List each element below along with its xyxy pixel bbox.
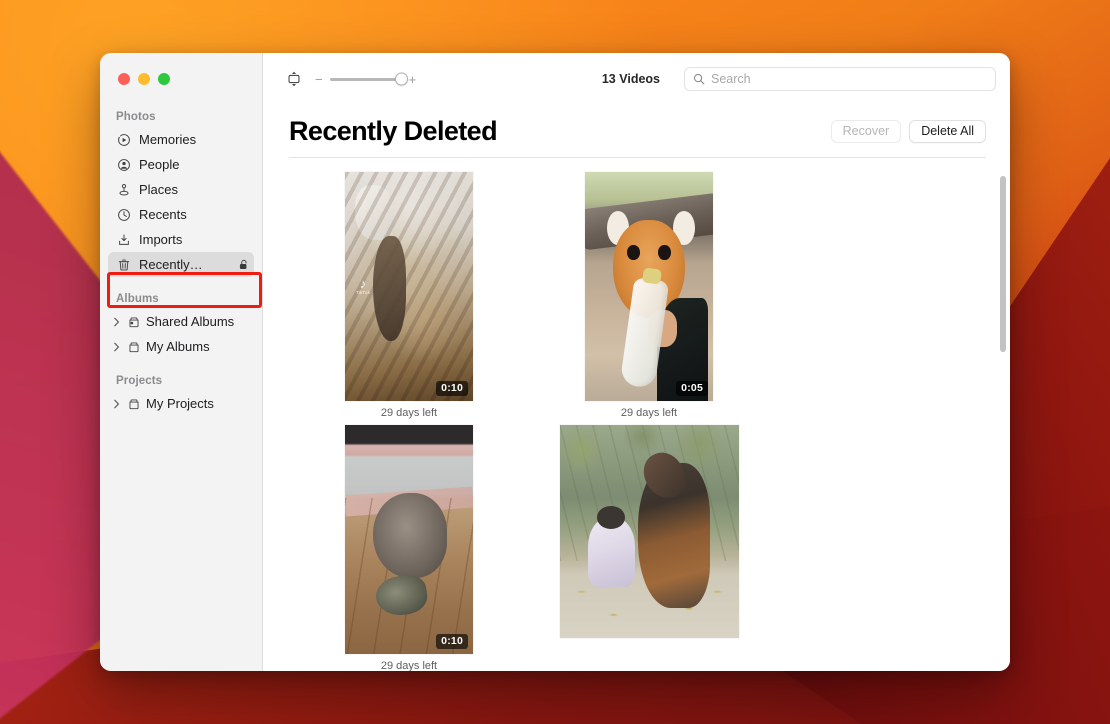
close-button[interactable]	[118, 73, 130, 85]
zoom-in-label[interactable]: +	[409, 73, 417, 86]
search-icon	[693, 73, 705, 85]
duration-badge: 0:10	[436, 633, 468, 649]
unlock-icon	[237, 258, 250, 271]
album-icon	[126, 396, 141, 411]
delete-all-button[interactable]: Delete All	[909, 119, 986, 143]
photo-grid-scroll[interactable]: ♪ TikTok 0:10 29 days left 0:05 29 days …	[263, 158, 1010, 671]
sidebar-item-memories[interactable]: Memories	[108, 127, 254, 152]
sidebar: Photos Memories People Places Recents Im…	[100, 53, 263, 671]
tiktok-watermark: ♪ TikTok	[356, 276, 371, 296]
chevron-right-icon[interactable]	[112, 342, 121, 352]
album-icon	[126, 339, 141, 354]
chevron-right-icon[interactable]	[112, 399, 121, 409]
toolbar: − + 13 Videos Search	[263, 53, 1010, 105]
grid-item[interactable]	[529, 424, 769, 671]
thumbnail-image	[559, 424, 739, 638]
item-count-label: 13 Videos	[601, 72, 660, 86]
sidebar-scroll: Photos Memories People Places Recents Im…	[100, 53, 262, 416]
header-actions: Recover Delete All	[830, 119, 986, 143]
memories-icon	[116, 132, 131, 147]
page-title: Recently Deleted	[289, 115, 498, 146]
video-thumbnail[interactable]: ♪ TikTok 0:10	[345, 171, 473, 401]
header-bar: Recently Deleted Recover Delete All	[263, 105, 1010, 157]
sidebar-item-shared-albums[interactable]: Shared Albums	[108, 309, 254, 334]
desktop-background: Photos Memories People Places Recents Im…	[0, 0, 1110, 724]
sidebar-item-label: Imports	[139, 232, 183, 247]
main-content: − + 13 Videos Search Recently Deleted Re…	[263, 53, 1010, 671]
thumbnail-size-icon[interactable]	[283, 68, 305, 90]
zoom-slider-knob[interactable]	[394, 72, 408, 86]
search-placeholder: Search	[711, 72, 751, 86]
sidebar-item-my-projects[interactable]: My Projects	[108, 391, 254, 416]
video-thumbnail[interactable]: 0:05	[585, 171, 713, 401]
grid-item[interactable]: ♪ TikTok 0:10 29 days left	[289, 171, 529, 419]
zoom-controls: − +	[283, 68, 416, 90]
thumbnail-image	[585, 171, 713, 401]
recover-button[interactable]: Recover	[830, 119, 902, 143]
trash-icon	[116, 257, 131, 272]
sidebar-group-photos-title: Photos	[116, 111, 156, 123]
sidebar-item-recents[interactable]: Recents	[108, 202, 254, 227]
photo-grid: ♪ TikTok 0:10 29 days left 0:05 29 days …	[289, 171, 984, 671]
sidebar-item-label: Places	[139, 182, 179, 197]
sidebar-item-label: Memories	[139, 132, 197, 147]
shared-album-icon	[126, 314, 141, 329]
people-icon	[116, 157, 131, 172]
places-icon	[116, 182, 131, 197]
imports-icon	[116, 232, 131, 247]
zoom-slider-track[interactable]	[329, 72, 408, 86]
days-left-caption: 29 days left	[380, 659, 438, 671]
sidebar-item-my-albums[interactable]: My Albums	[108, 334, 254, 359]
sidebar-item-label: People	[139, 157, 180, 172]
recents-icon	[116, 207, 131, 222]
sidebar-item-label: Recently…	[139, 257, 203, 272]
thumbnail-image	[345, 424, 473, 654]
vertical-scrollbar[interactable]	[1000, 175, 1006, 352]
sidebar-item-recently-deleted[interactable]: Recently…	[108, 252, 254, 277]
sidebar-item-imports[interactable]: Imports	[108, 227, 254, 252]
sidebar-item-label: Shared Albums	[146, 314, 235, 329]
sidebar-group-albums-title: Albums	[116, 293, 159, 305]
sidebar-item-label: Recents	[139, 207, 187, 222]
video-thumbnail[interactable]: 0:10	[345, 424, 473, 654]
duration-badge: 0:10	[436, 380, 468, 396]
zoom-out-label[interactable]: −	[315, 73, 323, 86]
days-left-caption: 29 days left	[620, 406, 678, 419]
minimize-button[interactable]	[138, 73, 150, 85]
duration-badge: 0:05	[676, 380, 708, 396]
video-thumbnail[interactable]	[559, 424, 739, 638]
days-left-caption: 29 days left	[380, 406, 438, 419]
grid-item[interactable]: 0:05 29 days left	[529, 171, 769, 419]
zoom-button[interactable]	[158, 73, 170, 85]
window-controls	[118, 73, 170, 85]
sidebar-group-projects-title: Projects	[116, 375, 163, 387]
photos-window: Photos Memories People Places Recents Im…	[100, 53, 1010, 671]
chevron-right-icon[interactable]	[112, 317, 121, 327]
sidebar-item-people[interactable]: People	[108, 152, 254, 177]
sidebar-item-label: My Projects	[146, 396, 214, 411]
grid-item[interactable]: 0:10 29 days left	[289, 424, 529, 671]
sidebar-item-places[interactable]: Places	[108, 177, 254, 202]
sidebar-item-label: My Albums	[146, 339, 210, 354]
search-input[interactable]: Search	[684, 67, 996, 91]
zoom-slider[interactable]: − +	[315, 72, 417, 86]
